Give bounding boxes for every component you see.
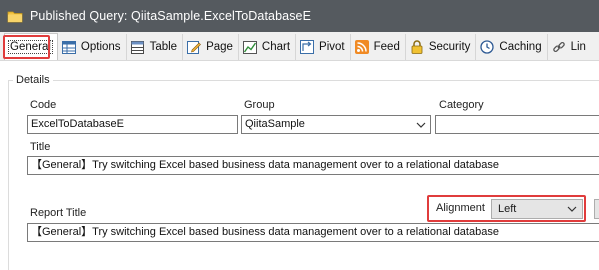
tab-link[interactable]: Lin xyxy=(548,34,591,60)
alignment-label: Alignment xyxy=(436,202,485,214)
alignment-select[interactable]: Left xyxy=(491,199,583,219)
report-title-label: Report Title xyxy=(30,207,87,219)
tab-options[interactable]: Options xyxy=(58,34,127,60)
tab-caching-label: Caching xyxy=(499,41,542,53)
tab-table[interactable]: Table xyxy=(127,34,184,60)
tab-table-label: Table xyxy=(149,41,178,53)
tab-feed[interactable]: Feed xyxy=(351,34,406,60)
alignment-select-value: Left xyxy=(498,203,517,215)
tab-chart-label: Chart xyxy=(261,41,291,53)
category-field[interactable] xyxy=(435,115,599,134)
folder-icon xyxy=(7,8,23,24)
rss-feed-icon xyxy=(354,40,369,54)
tab-feed-label: Feed xyxy=(373,41,400,53)
code-field[interactable]: ExcelToDatabaseE xyxy=(27,115,238,134)
group-select[interactable]: QiitaSample xyxy=(241,115,431,134)
title-label: Title xyxy=(30,141,51,153)
tab-general-label: General xyxy=(8,40,53,54)
page-edit-icon xyxy=(187,40,201,54)
tab-general[interactable]: General xyxy=(4,33,58,60)
group-select-value: QiitaSample xyxy=(245,118,305,130)
tab-caching[interactable]: Caching xyxy=(476,34,548,60)
title-field[interactable]: 【General】Try switching Excel based busin… xyxy=(27,156,599,175)
pivot-icon xyxy=(300,40,315,54)
group-label: Group xyxy=(244,99,275,111)
code-label: Code xyxy=(30,99,57,111)
tab-pivot-label: Pivot xyxy=(319,41,345,53)
tab-pivot[interactable]: Pivot xyxy=(296,34,351,60)
chart-icon xyxy=(242,40,257,54)
tab-page[interactable]: Page xyxy=(183,34,239,60)
table-icon xyxy=(131,40,145,54)
details-legend: Details xyxy=(13,74,53,86)
tab-bar: General Options Table Page Chart Pivot F… xyxy=(0,32,599,61)
general-panel: Details Code ExcelToDatabaseE Group Qiit… xyxy=(0,62,599,270)
tab-link-label: Lin xyxy=(570,41,586,53)
category-label: Category xyxy=(439,99,484,111)
tab-options-label: Options xyxy=(80,41,121,53)
chevron-down-icon xyxy=(416,120,426,130)
link-icon xyxy=(552,40,566,54)
options-grid-icon xyxy=(61,40,76,54)
clock-icon xyxy=(480,40,495,54)
window-title: Published Query: QiitaSample.ExcelToData… xyxy=(30,9,312,23)
window-titlebar: Published Query: QiitaSample.ExcelToData… xyxy=(0,0,599,32)
lock-icon xyxy=(410,40,424,54)
tab-chart[interactable]: Chart xyxy=(239,34,297,60)
tab-security[interactable]: Security xyxy=(406,34,477,60)
report-title-field[interactable]: 【General】Try switching Excel based busin… xyxy=(27,223,599,242)
chevron-down-icon xyxy=(567,203,577,215)
tab-security-label: Security xyxy=(428,41,471,53)
tab-page-label: Page xyxy=(206,41,233,53)
partial-button[interactable] xyxy=(594,199,599,219)
